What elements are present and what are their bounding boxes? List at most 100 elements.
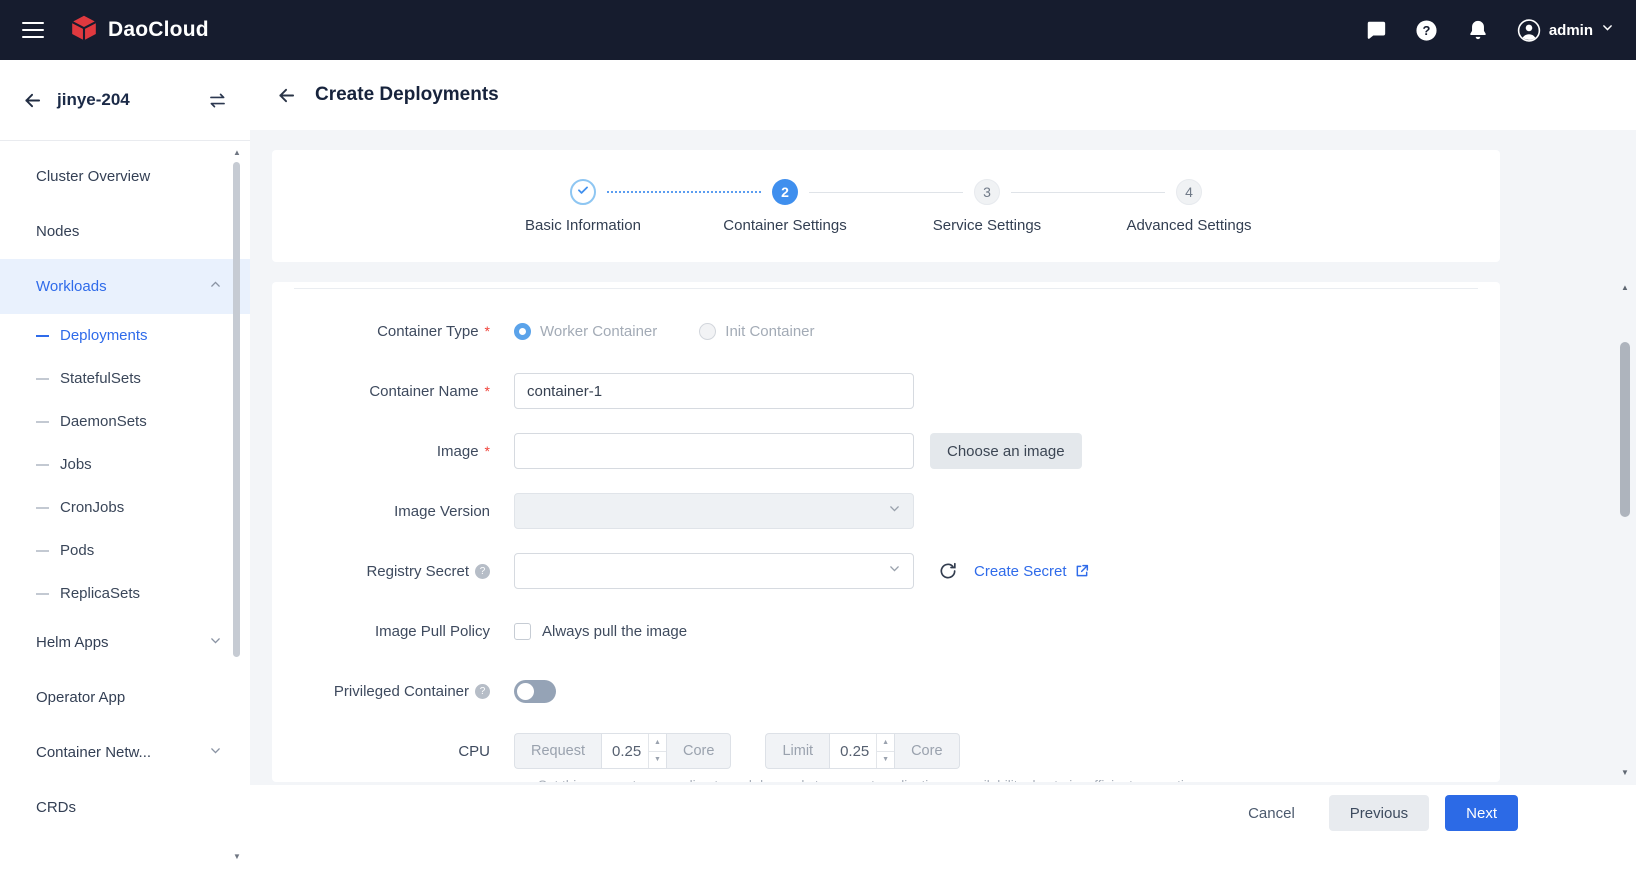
sidebar-item-nodes[interactable]: Nodes [0, 204, 250, 259]
image-input[interactable] [514, 433, 914, 469]
sidebar-item-crds[interactable]: CRDs [0, 780, 250, 835]
sidebar-item-pods[interactable]: Pods [0, 529, 250, 572]
switch-cluster-icon[interactable] [207, 90, 228, 111]
user-menu[interactable]: admin [1517, 18, 1614, 42]
content-scrollbar[interactable]: ▲ ▼ [1618, 281, 1632, 779]
image-version-row: Image Version [294, 493, 1500, 529]
sidebar-item-cluster-overview[interactable]: Cluster Overview [0, 149, 250, 204]
cancel-button[interactable]: Cancel [1234, 795, 1309, 831]
required-asterisk: * [485, 443, 490, 459]
step-basic-information[interactable]: Basic Information [482, 179, 684, 234]
radio-worker-container[interactable]: Worker Container [514, 323, 657, 340]
step-up-icon[interactable]: ▲ [649, 734, 666, 752]
page-title: Create Deployments [315, 84, 499, 106]
step-container-settings[interactable]: 2 Container Settings [684, 179, 886, 234]
cpu-unit-label: Core [895, 733, 959, 769]
dash-icon [36, 550, 49, 552]
cpu-unit-label: Core [667, 733, 731, 769]
sidebar-item-helm-apps[interactable]: Helm Apps [0, 615, 250, 670]
field-label: CPU [458, 743, 490, 760]
page-header: Create Deployments [250, 60, 1636, 130]
step-done-circle [570, 179, 596, 205]
privileged-container-row: Privileged Container? [294, 673, 1500, 709]
notifications-bell-icon[interactable] [1466, 18, 1490, 42]
scrollbar-thumb[interactable] [1620, 342, 1630, 517]
help-icon[interactable]: ? [1415, 18, 1439, 42]
wizard-footer: Cancel Previous Next [250, 785, 1636, 880]
dash-icon [36, 378, 49, 380]
step-advanced-settings[interactable]: 4 Advanced Settings [1088, 179, 1290, 234]
dash-icon [36, 335, 49, 337]
step-pending-circle: 4 [1176, 179, 1202, 205]
checkbox-label: Always pull the image [542, 623, 687, 640]
sidebar-item-statefulsets[interactable]: StatefulSets [0, 357, 250, 400]
dash-icon [36, 593, 49, 595]
image-version-select[interactable] [514, 493, 914, 529]
privileged-toggle[interactable] [514, 680, 556, 703]
sidebar-item-replicasets[interactable]: ReplicaSets [0, 572, 250, 615]
sidebar-item-container-network[interactable]: Container Netw... [0, 725, 250, 780]
back-arrow-icon[interactable] [276, 85, 297, 106]
scroll-up-icon[interactable]: ▲ [1621, 281, 1629, 294]
dash-icon [36, 464, 49, 466]
field-label: Image Version [394, 503, 490, 520]
next-button[interactable]: Next [1445, 795, 1518, 831]
container-settings-form: Container Type * Worker Container Init Co… [272, 282, 1500, 782]
choose-image-button[interactable]: Choose an image [930, 433, 1082, 469]
step-service-settings[interactable]: 3 Service Settings [886, 179, 1088, 234]
required-asterisk: * [485, 383, 490, 399]
sidebar-item-jobs[interactable]: Jobs [0, 443, 250, 486]
brand-logo[interactable]: DaoCloud [70, 14, 209, 47]
daocloud-logo-icon [70, 14, 98, 47]
number-stepper: ▲ ▼ [876, 734, 894, 768]
create-secret-link[interactable]: Create Secret [974, 563, 1067, 580]
sidebar-item-cronjobs[interactable]: CronJobs [0, 486, 250, 529]
topbar: DaoCloud ? admin [0, 0, 1636, 60]
step-up-icon[interactable]: ▲ [877, 734, 894, 752]
back-arrow-icon[interactable] [22, 90, 43, 111]
field-label: Image Pull Policy [375, 623, 490, 640]
cpu-row: CPU Request ▲ ▼ [294, 733, 1500, 769]
registry-secret-select[interactable] [514, 553, 914, 589]
external-link-icon[interactable] [1074, 563, 1090, 579]
chat-icon[interactable] [1364, 18, 1388, 42]
chevron-up-icon [209, 278, 222, 295]
sidebar-item-workloads[interactable]: Workloads [0, 259, 250, 314]
refresh-icon[interactable] [938, 561, 958, 581]
help-tooltip-icon[interactable]: ? [475, 684, 490, 699]
registry-secret-row: Registry Secret? Create Secret [294, 553, 1500, 589]
sidebar-nav: Cluster Overview Nodes Workloads Deploym… [0, 141, 250, 835]
step-down-icon[interactable]: ▼ [877, 752, 894, 769]
sidebar: jinye-204 Cluster Overview Nodes Workloa… [0, 60, 250, 880]
divider [294, 288, 1478, 289]
image-row: Image* Choose an image [294, 433, 1500, 469]
cpu-limit-group: Limit ▲ ▼ Core [765, 733, 959, 769]
step-down-icon[interactable]: ▼ [649, 752, 666, 769]
sidebar-item-deployments[interactable]: Deployments [0, 314, 250, 357]
scrollbar-thumb[interactable] [233, 162, 240, 657]
scroll-down-icon[interactable]: ▼ [233, 852, 241, 864]
check-icon [576, 183, 590, 200]
avatar-icon [1517, 18, 1541, 42]
scroll-down-icon[interactable]: ▼ [1621, 766, 1629, 779]
cpu-request-input[interactable] [602, 734, 648, 768]
chevron-down-icon [209, 744, 222, 761]
field-label: Registry Secret [366, 563, 469, 580]
cpu-request-label: Request [514, 733, 601, 769]
radio-init-container[interactable]: Init Container [699, 323, 814, 340]
dash-icon [36, 507, 49, 509]
container-name-input[interactable] [514, 373, 914, 409]
sidebar-item-daemonsets[interactable]: DaemonSets [0, 400, 250, 443]
cpu-limit-input[interactable] [830, 734, 876, 768]
field-label: Container Type [377, 323, 478, 340]
scroll-up-icon[interactable]: ▲ [233, 148, 241, 160]
cpu-hint-text: Set this parameter according to real dem… [538, 776, 1500, 782]
chevron-down-icon [1601, 21, 1614, 39]
help-tooltip-icon[interactable]: ? [475, 564, 490, 579]
always-pull-checkbox[interactable] [514, 623, 531, 640]
previous-button[interactable]: Previous [1329, 795, 1429, 831]
sidebar-scrollbar[interactable]: ▲ ▼ [232, 148, 242, 864]
menu-hamburger-icon[interactable] [22, 22, 44, 38]
sidebar-item-operator-app[interactable]: Operator App [0, 670, 250, 725]
container-type-row: Container Type* Worker Container Init Co… [294, 313, 1500, 349]
